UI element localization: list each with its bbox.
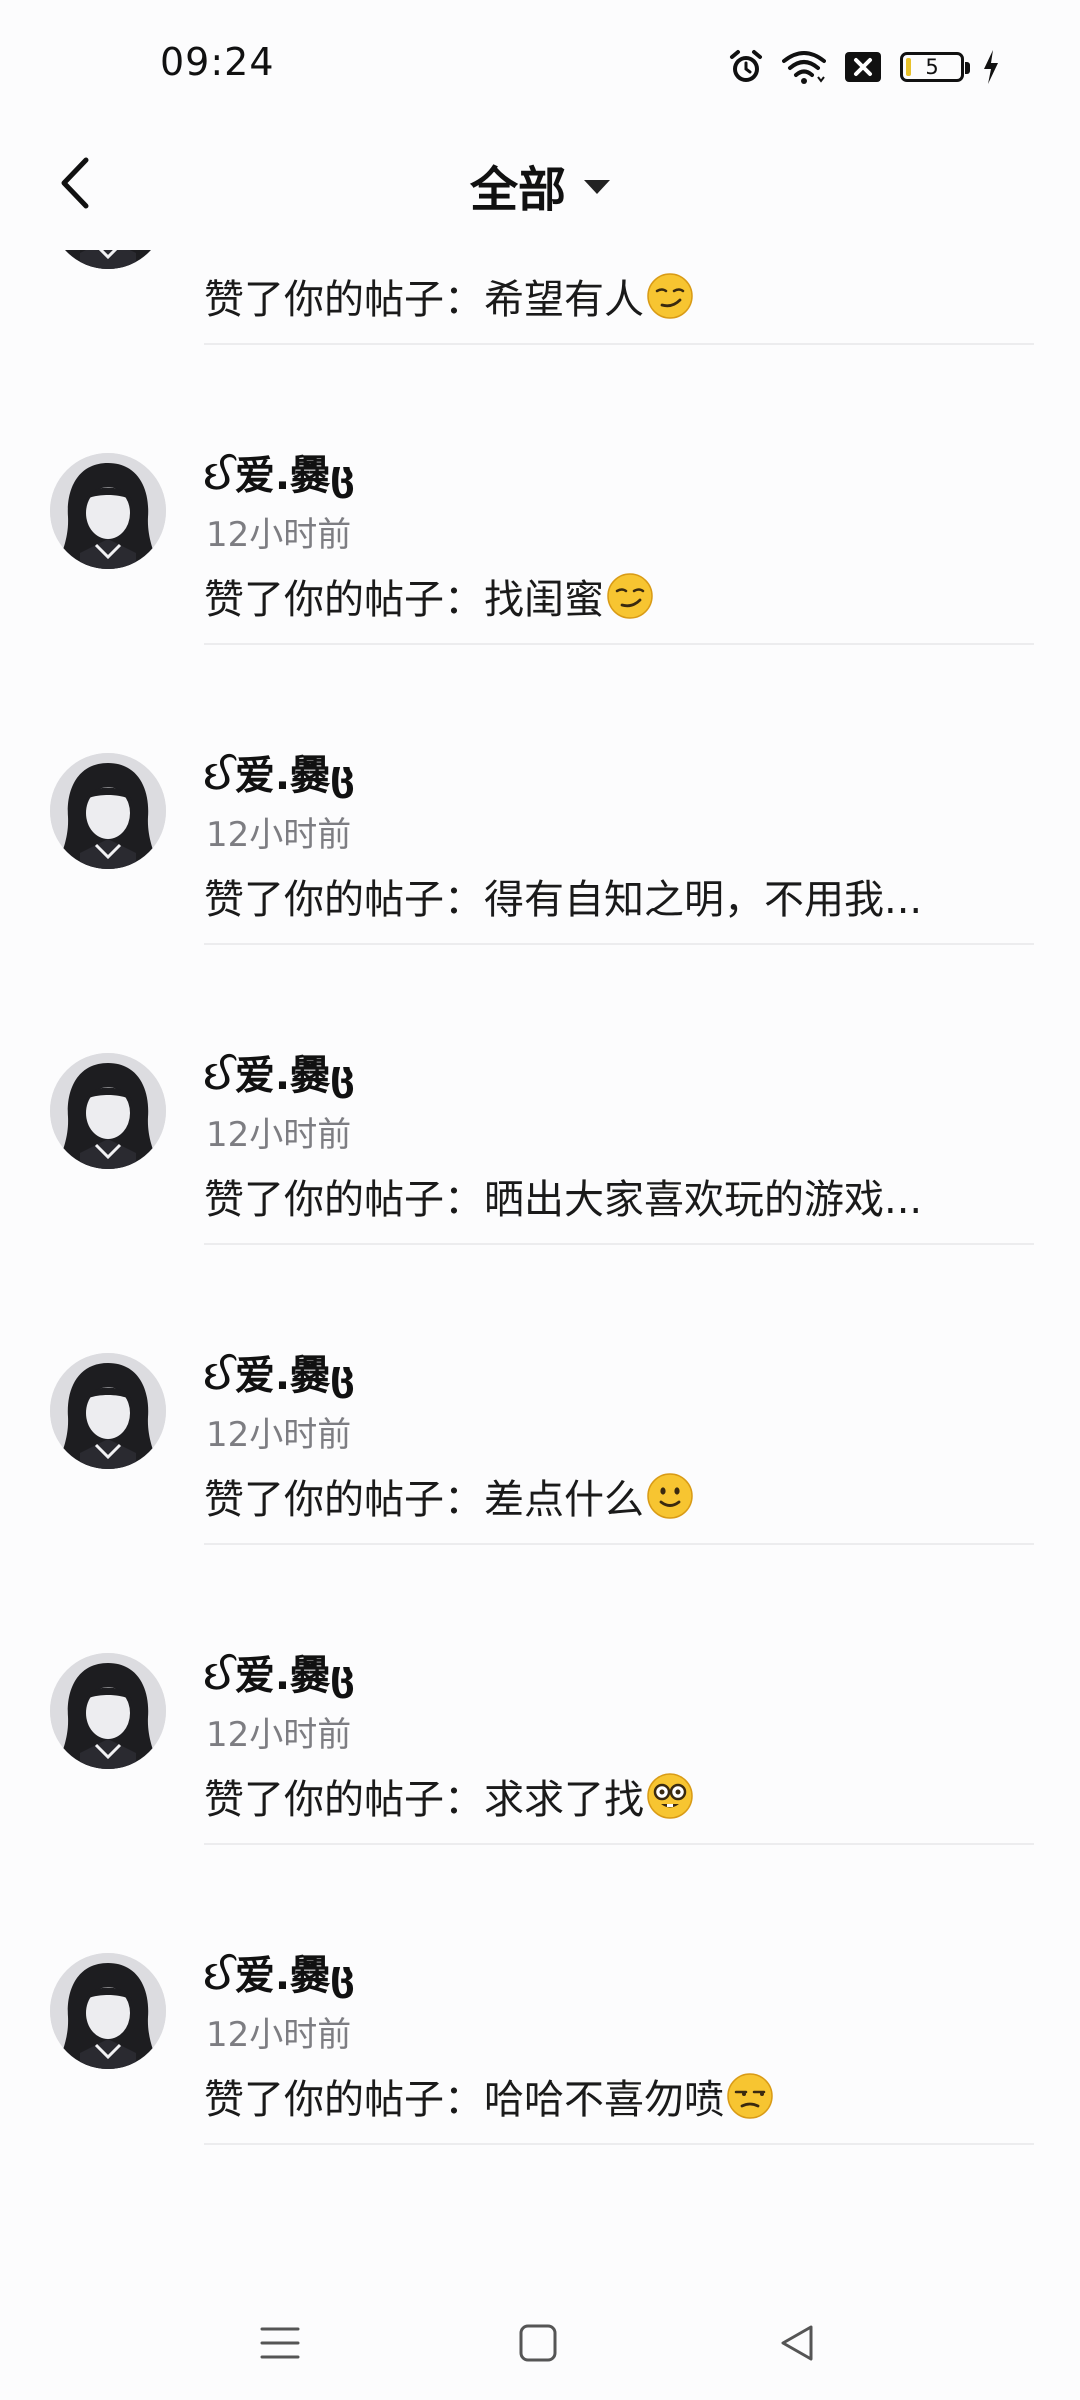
caret-down-icon — [584, 180, 610, 194]
username[interactable]: ઈ爱.爨ც — [204, 443, 355, 501]
home-icon — [518, 2323, 558, 2367]
screen: 09:24 5 全部 赞了你的帖子：希望有人 ઈ爱.爨ც 12小时前 赞了你的帖… — [0, 0, 1080, 2400]
smirk-emoji-icon — [606, 572, 654, 620]
avatar[interactable] — [50, 250, 166, 269]
divider — [204, 2143, 1034, 2145]
notification-item[interactable]: ઈ爱.爨ც 12小时前赞了你的帖子：哈哈不喜勿喷 — [0, 1845, 1080, 2145]
battery-level: 5 — [925, 55, 939, 79]
back-triangle-icon — [777, 2323, 817, 2367]
notification-message[interactable]: 赞了你的帖子：哈哈不喜勿喷 — [204, 2067, 774, 2125]
timestamp: 12小时前 — [206, 250, 351, 256]
menu-button[interactable] — [245, 2310, 315, 2380]
notification-item[interactable]: ઈ爱.爨ც 12小时前赞了你的帖子：求求了找 — [0, 1545, 1080, 1845]
sim-disabled-icon — [844, 50, 882, 84]
charging-icon — [982, 49, 1000, 85]
avatar[interactable] — [50, 1653, 166, 1769]
notification-message[interactable]: 赞了你的帖子：晒出大家喜欢玩的游戏... — [204, 1167, 922, 1225]
header: 全部 — [0, 120, 1080, 250]
notification-message[interactable]: 赞了你的帖子：希望有人 — [204, 267, 694, 325]
username[interactable]: ઈ爱.爨ც — [204, 1343, 355, 1401]
notification-message[interactable]: 赞了你的帖子：找闺蜜 — [204, 567, 654, 625]
timestamp: 12小时前 — [206, 2015, 352, 2055]
smirk-emoji-icon — [646, 272, 694, 320]
timestamp: 12小时前 — [206, 815, 352, 855]
message-text: 赞了你的帖子：希望有人 — [204, 277, 644, 323]
notification-list-content: 12小时前赞了你的帖子：希望有人ઈ爱.爨ც12小时前赞了你的帖子：找闺蜜ઈ爱.爨… — [0, 250, 1080, 2145]
avatar[interactable] — [50, 453, 166, 569]
unamused-emoji-icon — [726, 2072, 774, 2120]
timestamp: 12小时前 — [206, 1715, 352, 1755]
notification-message[interactable]: 赞了你的帖子：得有自知之明，不用我... — [204, 867, 922, 925]
timestamp: 12小时前 — [206, 1415, 352, 1455]
username[interactable]: ઈ爱.爨ც — [204, 1043, 355, 1101]
smile-emoji-icon — [646, 1472, 694, 1520]
navigation-bar — [0, 2290, 1080, 2400]
notification-item[interactable]: 12小时前赞了你的帖子：希望有人 — [0, 250, 1080, 345]
message-text: 赞了你的帖子：晒出大家喜欢玩的游戏... — [204, 1177, 923, 1223]
alarm-icon — [728, 48, 764, 86]
message-text: 赞了你的帖子：差点什么 — [204, 1477, 644, 1523]
notification-item[interactable]: ઈ爱.爨ც 12小时前赞了你的帖子：晒出大家喜欢玩的游戏... — [0, 945, 1080, 1245]
page-title: 全部 — [469, 162, 566, 218]
notification-item[interactable]: ઈ爱.爨ც 12小时前赞了你的帖子：差点什么 — [0, 1245, 1080, 1545]
notification-item[interactable]: ઈ爱.爨ც 12小时前赞了你的帖子：找闺蜜 — [0, 345, 1080, 645]
wifi-icon — [782, 49, 826, 85]
notification-list[interactable]: 12小时前赞了你的帖子：希望有人ઈ爱.爨ც12小时前赞了你的帖子：找闺蜜ઈ爱.爨… — [0, 250, 1080, 2290]
avatar[interactable] — [50, 1353, 166, 1469]
battery-icon: 5 — [900, 52, 970, 82]
username[interactable]: ઈ爱.爨ც — [204, 1943, 355, 2001]
username[interactable]: ઈ爱.爨ც — [204, 1643, 355, 1701]
notification-message[interactable]: 赞了你的帖子：差点什么 — [204, 1467, 694, 1525]
username[interactable]: ઈ爱.爨ც — [204, 743, 355, 801]
status-icons: 5 — [728, 44, 1000, 90]
message-text: 赞了你的帖子：求求了找 — [204, 1777, 644, 1823]
nav-back-button[interactable] — [762, 2310, 832, 2380]
filter-dropdown[interactable]: 全部 — [0, 150, 1080, 220]
avatar[interactable] — [50, 1053, 166, 1169]
notification-message[interactable]: 赞了你的帖子：求求了找 — [204, 1767, 694, 1825]
timestamp: 12小时前 — [206, 515, 352, 555]
notification-item[interactable]: ઈ爱.爨ც 12小时前赞了你的帖子：得有自知之明，不用我... — [0, 645, 1080, 945]
status-bar: 09:24 5 — [0, 0, 1080, 120]
status-time: 09:24 — [160, 40, 275, 84]
home-button[interactable] — [503, 2310, 573, 2380]
nerd-emoji-icon — [646, 1772, 694, 1820]
message-text: 赞了你的帖子：得有自知之明，不用我... — [204, 877, 923, 923]
timestamp: 12小时前 — [206, 1115, 352, 1155]
battery-level-fill — [906, 58, 911, 76]
menu-icon — [260, 2323, 300, 2367]
message-text: 赞了你的帖子：找闺蜜 — [204, 577, 604, 623]
message-text: 赞了你的帖子：哈哈不喜勿喷 — [204, 2077, 724, 2123]
avatar[interactable] — [50, 1953, 166, 2069]
avatar[interactable] — [50, 753, 166, 869]
